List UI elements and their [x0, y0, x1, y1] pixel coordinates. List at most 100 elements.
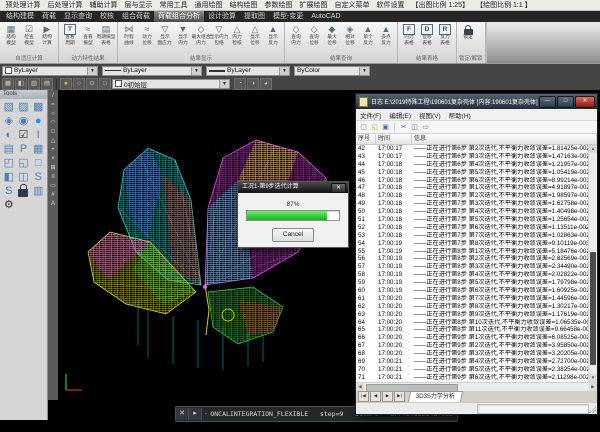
color-combo[interactable]: ByLayer ▼: [2, 66, 98, 76]
layer-tool-icon[interactable]: ▥: [28, 78, 40, 90]
ribbon-button[interactable]: △内力检核: [228, 23, 246, 56]
log-row[interactable]: 5817:00:19——正在进行第8步 第4次迭代,不平衡力收敛误差=2.028…: [356, 271, 589, 279]
chevron-down-icon[interactable]: ▼: [359, 67, 369, 75]
draw-tool-icon[interactable]: ≈: [51, 101, 54, 110]
log-menu-item[interactable]: 视图(V): [415, 110, 445, 120]
ribbon-button[interactable]: ▲多点反力: [377, 23, 395, 56]
settings-icon[interactable]: ⚙: [2, 199, 16, 212]
spline-icon[interactable]: S: [31, 171, 45, 184]
box-icon[interactable]: ▨: [17, 101, 31, 114]
log-menu-item[interactable]: 编辑(E): [385, 110, 415, 120]
ribbon-button[interactable]: ◆最大位移: [323, 23, 341, 56]
log-row[interactable]: 4317:00:17——正在进行第6步 第3次迭代,不平衡力收敛误差=1.471…: [356, 153, 589, 161]
ribbon-button[interactable]: T查看周期: [61, 23, 79, 56]
corner-icon[interactable]: ◱: [17, 157, 31, 170]
log-menu-item[interactable]: 文件(F): [356, 110, 385, 120]
box-icon[interactable]: ▧: [2, 101, 16, 114]
menu-item[interactable]: 辅助计算: [86, 0, 121, 10]
menu-item[interactable]: 参数绘图: [261, 0, 296, 10]
layer-tool-icon[interactable]: ◑: [247, 78, 259, 90]
sphere-icon[interactable]: ●: [31, 115, 45, 128]
table-icon[interactable]: ▥: [31, 185, 45, 198]
corner-icon[interactable]: ◰: [2, 157, 16, 170]
solid-box-icon[interactable]: ◈: [2, 115, 16, 128]
lock-icon[interactable]: [18, 189, 28, 197]
chevron-down-icon[interactable]: ▼: [279, 67, 289, 75]
log-titlebar[interactable]: 日志 E:\2019特殊工程\190601复杂壳体 [内容:190601复杂壳体…: [356, 94, 597, 109]
close-icon[interactable]: ✕: [331, 183, 346, 193]
layer-state-icon[interactable]: ○: [73, 78, 85, 90]
draw-tool-icon[interactable]: A: [51, 200, 55, 209]
tab-analysis[interactable]: 3D3S力学分析: [408, 391, 463, 402]
draw-tool-icon[interactable]: ○: [51, 110, 55, 119]
log-row[interactable]: 5217:00:18——正在进行第7步 第6次迭代,不平衡力收敛误差=1.135…: [356, 224, 589, 232]
menu-item[interactable]: 通用绘图: [191, 0, 226, 10]
gradient-icon[interactable]: ◧: [2, 171, 16, 184]
ribbon-button[interactable]: ☑检查模型: [20, 23, 38, 56]
ribbon-button[interactable]: ◇最大组合内力: [192, 23, 210, 56]
log-tool-icon[interactable]: ◱: [370, 123, 379, 132]
close-icon[interactable]: ✕: [176, 408, 189, 420]
ribbon-button[interactable]: ◇查询位移: [305, 23, 323, 56]
layer-tool-icon[interactable]: ◧: [15, 78, 27, 90]
vertical-scrollbar[interactable]: ▲ ▼: [588, 145, 597, 382]
log-tool-icon[interactable]: ◫: [410, 123, 419, 132]
menu-item[interactable]: 常用工具: [156, 0, 191, 10]
log-row[interactable]: 6317:00:20——正在进行第8步 第9次迭代,不平衡力收敛误差=1.176…: [356, 311, 589, 319]
draw-tool-icon[interactable]: /: [52, 92, 54, 101]
log-row[interactable]: 6117:00:20——正在进行第8步 第7次迭代,不平衡力收敛误差=1.445…: [356, 295, 589, 303]
module-tab[interactable]: 模型-变更: [269, 11, 307, 22]
log-tool-icon[interactable]: ▣: [381, 123, 390, 132]
maximize-button[interactable]: □: [557, 96, 574, 108]
log-row[interactable]: 4517:00:18——正在进行第6步 第5次迭代,不平衡力收敛误差=1.054…: [356, 169, 589, 177]
draw-tool-icon[interactable]: ◠: [50, 119, 55, 128]
tool-icon[interactable]: ▸: [189, 408, 202, 420]
log-tool-icon[interactable]: ▭: [421, 123, 430, 132]
menu-item[interactable]: 后处理计算: [44, 0, 86, 10]
module-tab[interactable]: AutoCAD: [307, 11, 344, 22]
scroll-left-icon[interactable]: ◀: [356, 383, 364, 391]
module-tab[interactable]: 显示查询: [60, 11, 96, 22]
module-tab[interactable]: 结构建模: [2, 11, 38, 22]
log-row[interactable]: 6217:00:20——正在进行第8步 第8次迭代,不平衡力收敛误差=1.302…: [356, 303, 589, 311]
tab-last-icon[interactable]: ▶|: [394, 391, 405, 402]
surface-icon[interactable]: ◐: [2, 129, 16, 142]
log-row[interactable]: 6617:00:20——正在进行第9步 第1次迭代,不平衡力收敛误差=6.085…: [356, 334, 589, 342]
progress-dialog-titlebar[interactable]: 工况1-第9步迭代计算 ✕: [238, 182, 348, 193]
scrollbar-thumb[interactable]: [590, 252, 596, 366]
log-row[interactable]: 5117:00:18——正在进行第7步 第5次迭代,不平衡力收敛误差=1.256…: [356, 216, 589, 224]
col-time[interactable]: 时间: [376, 134, 412, 144]
ribbon-button[interactable]: R反力表格: [436, 23, 454, 56]
box-icon[interactable]: ▩: [31, 101, 45, 114]
log-row[interactable]: 6717:00:20——正在进行第9步 第2次迭代,不平衡力收敛误差=3.958…: [356, 342, 589, 350]
ribbon-button[interactable]: ▲显示反力: [264, 23, 282, 56]
log-row[interactable]: 5517:00:19——正在进行第8步 第1次迭代,不平衡力收敛误差=5.184…: [356, 248, 589, 256]
menu-item[interactable]: 层与显示: [121, 0, 156, 10]
tab-first-icon[interactable]: |◀: [358, 391, 369, 402]
log-menu-item[interactable]: 帮助(H): [445, 110, 475, 120]
ribbon-button[interactable]: ◇查询内力: [287, 23, 305, 56]
ribbon-button[interactable]: ≈动力位移: [138, 23, 156, 56]
log-row[interactable]: 5317:00:18——正在进行第7步 第7次迭代,不平衡力收敛误差=1.028…: [356, 232, 589, 240]
log-row[interactable]: 7117:00:21——正在进行第9步 第6次迭代,不平衡力收敛误差=2.112…: [356, 374, 589, 382]
ribbon-button[interactable]: ≈查看振型: [79, 23, 97, 56]
module-tab[interactable]: 组合荷载: [118, 11, 154, 22]
close-button[interactable]: ✕: [575, 96, 595, 108]
layer-tool-icon[interactable]: ▤: [41, 78, 53, 90]
draw-tool-icon[interactable]: #: [51, 191, 54, 200]
tab-prev-icon[interactable]: ◀: [370, 391, 381, 402]
log-tool-icon[interactable]: ✂: [399, 123, 408, 132]
layer-state-icon[interactable]: ⊙: [86, 78, 98, 90]
module-tab[interactable]: 校核: [96, 11, 118, 22]
log-row[interactable]: 5917:00:19——正在进行第8步 第5次迭代,不平衡力收敛误差=1.797…: [356, 279, 589, 287]
draw-tool-icon[interactable]: ×: [51, 155, 55, 164]
menu-item[interactable]: 预处理计算: [2, 0, 44, 10]
log-row[interactable]: 4217:00:17——正在进行第6步 第2次迭代,不平衡力收敛误差=1.814…: [356, 145, 589, 153]
log-row[interactable]: 6417:00:20——正在进行第8步 第10次迭代,不平衡力收敛误差=1.06…: [356, 319, 589, 327]
square-icon[interactable]: □: [31, 157, 45, 170]
ribbon-button[interactable]: F内力表格: [400, 23, 418, 56]
ribbon-button[interactable]: ▦结构模型: [2, 23, 20, 56]
chevron-down-icon[interactable]: ▼: [191, 67, 201, 75]
ribbon-button[interactable]: ⋈时程曲线: [120, 23, 138, 56]
draw-tool-icon[interactable]: +: [51, 146, 55, 155]
